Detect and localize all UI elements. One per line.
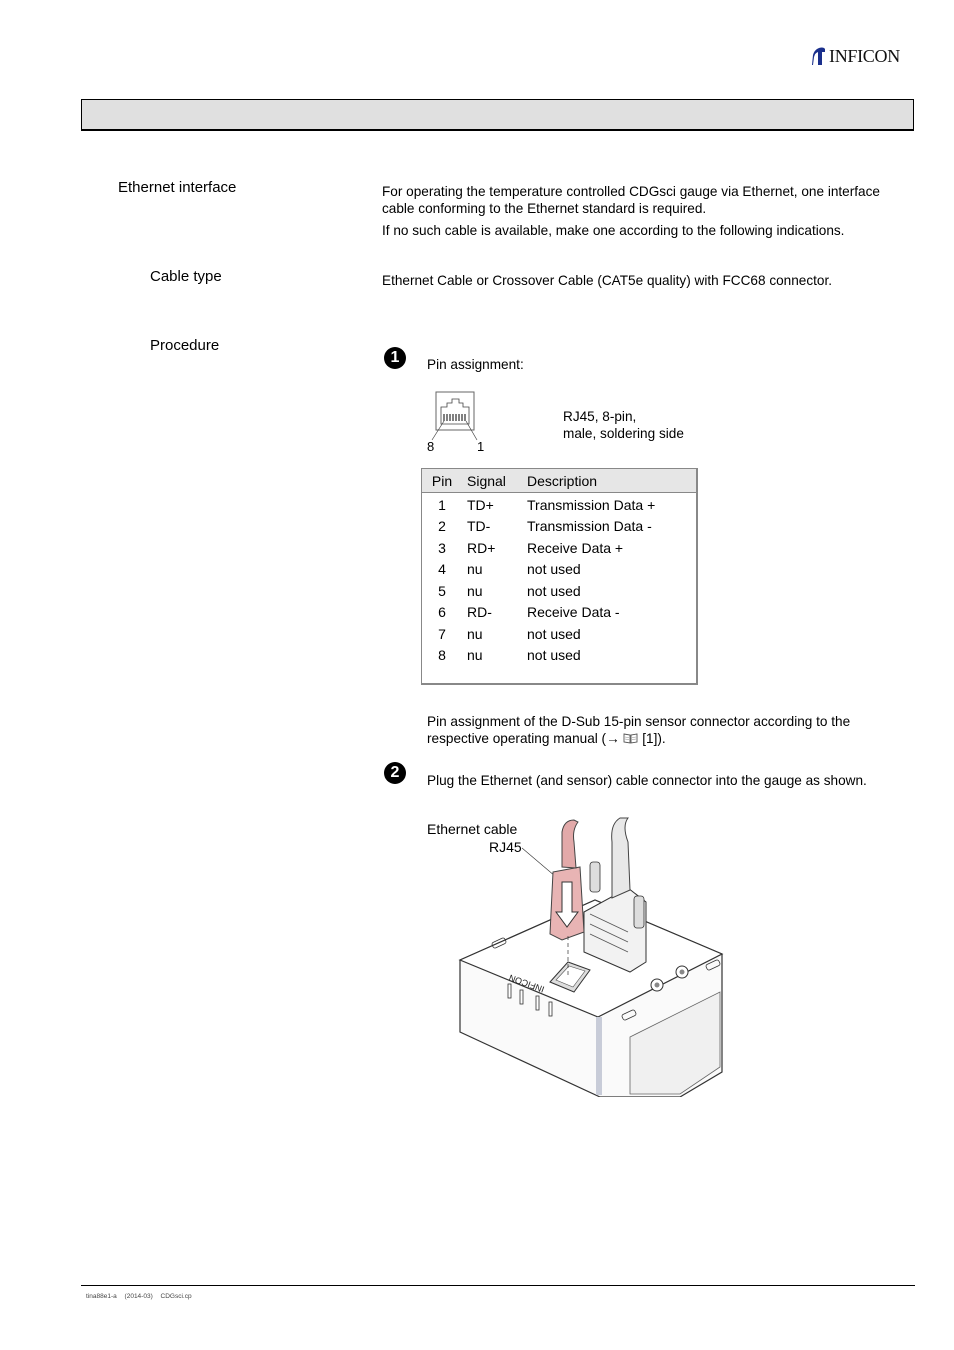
section-label-procedure: Procedure: [150, 337, 220, 354]
step-2-bullet: 2: [384, 762, 406, 784]
table-row: 2 TD- Transmission Data -: [422, 516, 696, 538]
footer-file: CDGsci.cp: [160, 1293, 192, 1300]
ethernet-intro-line1: For operating the temperature controlled…: [382, 184, 880, 199]
section-label-cable-type: Cable type: [150, 268, 222, 285]
step-1-bullet: 1: [384, 347, 406, 369]
inficon-logo-icon: [812, 47, 825, 65]
footer-doc-id: tina88e1-a: [86, 1293, 117, 1300]
header-bar: [81, 99, 914, 131]
dsub-note-line2-pre: respective operating manual (→: [427, 731, 624, 746]
dsub-note: Pin assignment of the D-Sub 15-pin senso…: [427, 713, 850, 747]
pin-assignment-table: Pin Signal Description 1 TD+ Transmission …: [421, 468, 698, 685]
cell-pin: 8: [438, 647, 446, 664]
cable-type-text: Ethernet Cable or Crossover Cable (CAT5e…: [382, 273, 833, 288]
footer: tina88e1-a (2014-03) CDGsci.cp: [86, 1293, 192, 1300]
book-icon: [624, 733, 638, 744]
cell-signal: nu: [467, 582, 483, 599]
connector-caption-line1: RJ45, 8-pin,: [563, 409, 637, 424]
cell-pin: 5: [438, 582, 446, 599]
footer-divider: [81, 1285, 915, 1286]
table-row: 8 nu not used: [422, 645, 696, 667]
cell-pin: 3: [438, 539, 446, 556]
cell-pin: 7: [438, 625, 446, 642]
step-1-text: Pin assignment:: [427, 357, 524, 372]
cell-pin: 1: [438, 496, 446, 513]
cell-signal: TD+: [467, 496, 494, 513]
ethernet-intro-paragraph: For operating the temperature controlled…: [382, 183, 922, 217]
column-header-signal: Signal: [467, 472, 506, 489]
cell-description: not used: [527, 647, 581, 664]
dsub-note-line2-post: [1]).: [638, 731, 666, 746]
sensor-cable: [611, 817, 631, 899]
table-row: 1 TD+ Transmission Data +: [422, 494, 696, 516]
dsub-note-line1: Pin assignment of the D-Sub 15-pin senso…: [427, 714, 851, 729]
connector-caption-line2: male, soldering side: [563, 426, 684, 441]
pin-label-8: 8: [427, 439, 435, 454]
dsub-note-line2: respective operating manual (→ [1]).: [427, 730, 850, 747]
column-header-pin: Pin: [431, 472, 453, 489]
cell-signal: RD+: [467, 539, 496, 556]
cell-pin: 6: [438, 604, 446, 621]
table-row: 4 nu not used: [422, 559, 696, 581]
step-2-text: Plug the Ethernet (and sensor) cable con…: [427, 773, 867, 788]
cell-signal: RD-: [467, 604, 492, 621]
cell-pin: 2: [438, 518, 446, 535]
cell-description: Receive Data -: [527, 604, 620, 621]
cell-description: not used: [527, 625, 581, 642]
rj45-connector-icon: [431, 391, 478, 441]
table-row: 6 RD- Receive Data -: [422, 602, 696, 624]
cell-pin: 4: [438, 561, 446, 578]
gauge-illustration: INFICON: [458, 817, 724, 1097]
ethernet-intro-line2: cable conforming to the Ethernet standar…: [382, 201, 707, 216]
ethernet-note-paragraph: If no such cable is available, make one …: [382, 223, 845, 238]
cell-description: not used: [527, 561, 581, 578]
cell-description: Transmission Data -: [527, 518, 652, 535]
table-body: 1 TD+ Transmission Data + 2 TD- Transmission …: [422, 493, 696, 666]
table-row: 5 nu not used: [422, 580, 696, 602]
table-row: 3 RD+ Receive Data +: [422, 537, 696, 559]
cell-signal: TD-: [467, 518, 491, 535]
cell-description: Transmission Data +: [527, 496, 656, 513]
column-header-description: Description: [527, 472, 598, 489]
cell-signal: nu: [467, 647, 483, 664]
logo-text: INFICON: [829, 45, 900, 66]
cell-description: Receive Data +: [527, 539, 624, 556]
connector-caption: RJ45, 8-pin, male, soldering side: [563, 408, 684, 442]
table-row: 7 nu not used: [422, 623, 696, 645]
footer-date: (2014-03): [124, 1293, 153, 1300]
table-header-row: Pin Signal Description: [422, 469, 696, 493]
pin-label-1: 1: [477, 439, 485, 454]
ethernet-cable: [561, 819, 579, 869]
cell-description: not used: [527, 582, 581, 599]
cell-signal: nu: [467, 561, 483, 578]
cell-signal: nu: [467, 625, 483, 642]
section-label-ethernet-interface: Ethernet interface: [118, 179, 237, 196]
inficon-logo: INFICON: [812, 44, 916, 68]
